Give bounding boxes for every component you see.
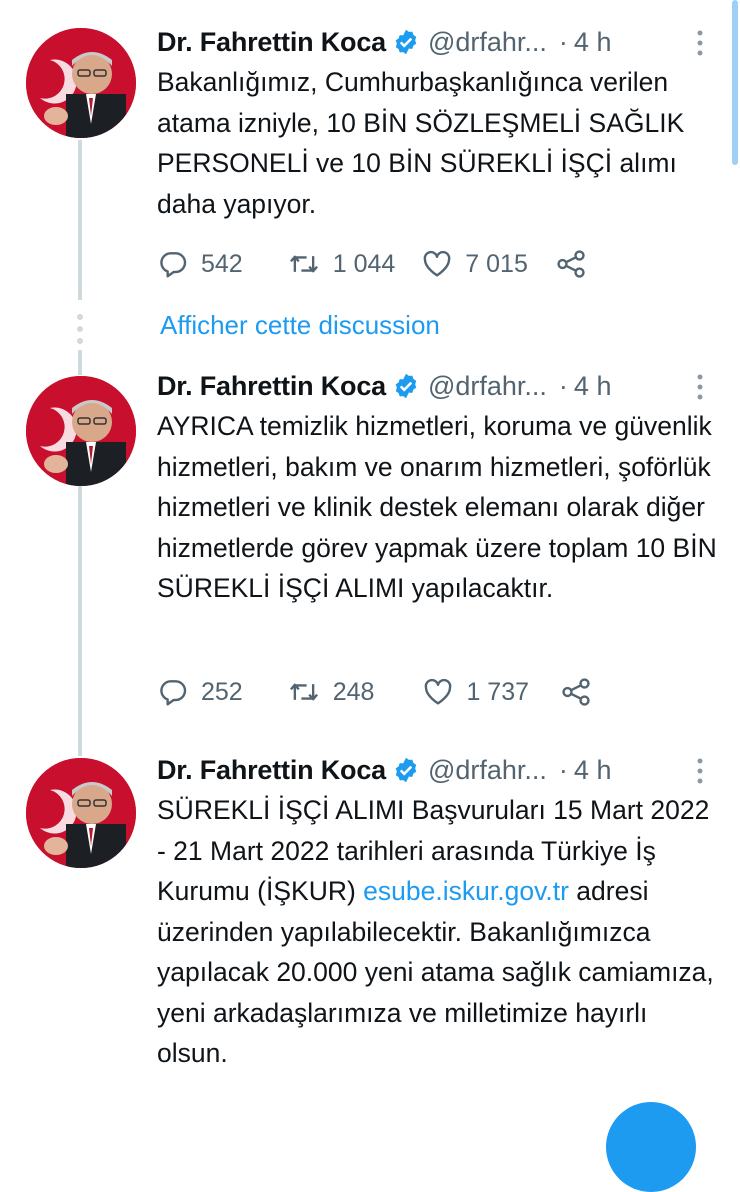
timestamp[interactable]: 4 h	[574, 755, 612, 786]
separator-dot: ·	[558, 754, 568, 785]
reply-button[interactable]: 252	[157, 676, 243, 708]
more-options-icon[interactable]	[690, 372, 710, 402]
retweet-button[interactable]: 248	[287, 676, 375, 708]
verified-badge-icon	[395, 757, 417, 783]
iskur-link[interactable]: esube.iskur.gov.tr	[363, 876, 569, 906]
tweet-text: SÜREKLİ İŞÇİ ALIMI Başvuruları 15 Mart 2…	[157, 790, 717, 1074]
author-name[interactable]: Dr. Fahrettin Koca	[157, 371, 386, 402]
separator-dot: ·	[558, 26, 568, 57]
tweet-actions: 252 248 1 737	[157, 672, 593, 712]
like-count: 1 737	[466, 677, 529, 706]
author-handle[interactable]: @drfahr...	[428, 371, 547, 402]
timestamp[interactable]: 4 h	[574, 27, 612, 58]
tweet-3[interactable]: Dr. Fahrettin Koca @drfahr... · 4 h SÜRE…	[0, 750, 740, 1119]
more-options-icon[interactable]	[690, 28, 710, 58]
compose-tweet-button[interactable]	[606, 1102, 696, 1192]
like-button[interactable]: 1 737	[422, 676, 529, 708]
retweet-count: 1 044	[332, 249, 396, 278]
reply-icon	[160, 680, 187, 706]
tweet-1[interactable]: Dr. Fahrettin Koca @drfahr... · 4 h Baka…	[0, 22, 740, 292]
reply-icon	[160, 252, 187, 278]
like-count: 7 015	[465, 249, 528, 278]
share-button[interactable]	[554, 247, 588, 281]
author-handle[interactable]: @drfahr...	[428, 27, 547, 58]
retweet-icon	[289, 255, 318, 273]
verified-badge-icon	[395, 29, 417, 55]
avatar[interactable]	[26, 376, 136, 486]
author-name[interactable]: Dr. Fahrettin Koca	[157, 755, 386, 786]
separator-dot: ·	[558, 370, 568, 401]
retweet-count: 248	[332, 677, 375, 706]
share-icon	[562, 678, 590, 706]
avatar[interactable]	[26, 758, 136, 868]
author-name[interactable]: Dr. Fahrettin Koca	[157, 27, 386, 58]
tweet-text: Bakanlığımız, Cumhurbaşkanlığınca verile…	[157, 67, 685, 219]
like-button[interactable]: 7 015	[421, 248, 528, 280]
tweet-header: Dr. Fahrettin Koca @drfahr... · 4 h	[157, 750, 717, 790]
retweet-icon	[289, 683, 318, 701]
reply-count: 542	[201, 249, 243, 278]
timestamp[interactable]: 4 h	[574, 371, 612, 402]
tweet-header: Dr. Fahrettin Koca @drfahr... · 4 h	[157, 22, 717, 62]
like-icon	[425, 678, 452, 705]
tweet-header: Dr. Fahrettin Koca @drfahr... · 4 h	[157, 366, 717, 406]
reply-button[interactable]: 542	[157, 248, 243, 280]
share-icon	[557, 250, 585, 278]
share-button[interactable]	[559, 675, 593, 709]
verified-badge-icon	[395, 373, 417, 399]
reply-count: 252	[201, 677, 243, 706]
retweet-button[interactable]: 1 044	[287, 248, 396, 280]
tweet-text: AYRICA temizlik hizmetleri, koruma ve gü…	[157, 411, 717, 603]
more-options-icon[interactable]	[690, 756, 710, 786]
author-handle[interactable]: @drfahr...	[428, 755, 547, 786]
like-icon	[423, 250, 451, 277]
thread-ellipsis	[76, 314, 84, 350]
avatar[interactable]	[26, 28, 136, 138]
tweet-2[interactable]: Dr. Fahrettin Koca @drfahr... · 4 h AYRI…	[0, 366, 740, 726]
tweet-actions: 542 1 044 7 015	[157, 244, 588, 284]
show-thread-link[interactable]: Afficher cette discussion	[160, 310, 440, 341]
